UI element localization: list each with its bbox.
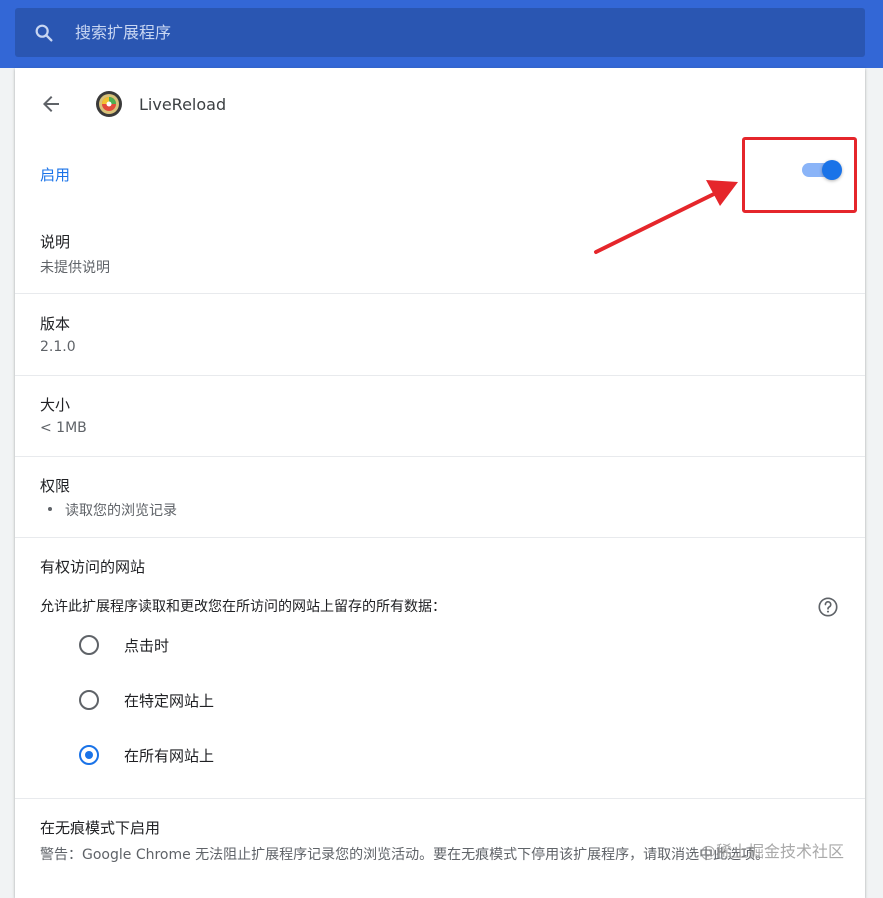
- search-icon: [35, 24, 53, 42]
- site-access-description: 允许此扩展程序读取和更改您在所访问的网站上留存的所有数据：: [40, 599, 446, 615]
- radio-label: 在特定网站上: [124, 691, 215, 710]
- radio-button[interactable]: [79, 690, 99, 710]
- size-value: < 1MB: [40, 420, 87, 436]
- version-value: 2.1.0: [40, 339, 76, 355]
- annotation-highlight-box: [742, 137, 857, 213]
- search-input[interactable]: [73, 22, 777, 43]
- radio-all-sites[interactable]: 在所有网站上: [79, 743, 214, 767]
- size-title: 大小: [40, 396, 71, 414]
- permissions-title: 权限: [40, 477, 71, 495]
- permission-item: 读取您的浏览记录: [65, 503, 177, 519]
- livereload-logo-icon: [96, 91, 122, 117]
- top-bar: [0, 0, 883, 68]
- site-access-section: 有权访问的网站 允许此扩展程序读取和更改您在所访问的网站上留存的所有数据： 点击…: [15, 538, 865, 799]
- help-circle-icon[interactable]: [817, 596, 839, 618]
- version-section: 版本 2.1.0: [15, 294, 865, 376]
- radio-on-click[interactable]: 点击时: [79, 633, 169, 657]
- incognito-title: 在无痕模式下启用: [40, 819, 161, 837]
- enable-label: 启用: [40, 166, 71, 184]
- radio-label: 在所有网站上: [124, 746, 215, 765]
- details-header: LiveReload: [15, 68, 865, 140]
- radio-label: 点击时: [124, 636, 170, 655]
- radio-button-checked[interactable]: [79, 745, 99, 765]
- permissions-section: 权限 读取您的浏览记录: [15, 457, 865, 538]
- arrow-back-icon[interactable]: [39, 92, 63, 116]
- watermark: @稀土掘金技术社区: [700, 842, 845, 861]
- permission-bullet: [48, 507, 52, 511]
- extension-name: LiveReload: [139, 94, 227, 114]
- version-title: 版本: [40, 315, 71, 333]
- annotation-arrow-icon: [594, 180, 738, 254]
- description-title: 说明: [40, 233, 71, 251]
- description-value: 未提供说明: [40, 260, 110, 276]
- size-section: 大小 < 1MB: [15, 376, 865, 457]
- search-box[interactable]: [15, 8, 865, 57]
- radio-button[interactable]: [79, 635, 99, 655]
- site-access-title: 有权访问的网站: [40, 558, 146, 576]
- radio-specific-sites[interactable]: 在特定网站上: [79, 688, 214, 712]
